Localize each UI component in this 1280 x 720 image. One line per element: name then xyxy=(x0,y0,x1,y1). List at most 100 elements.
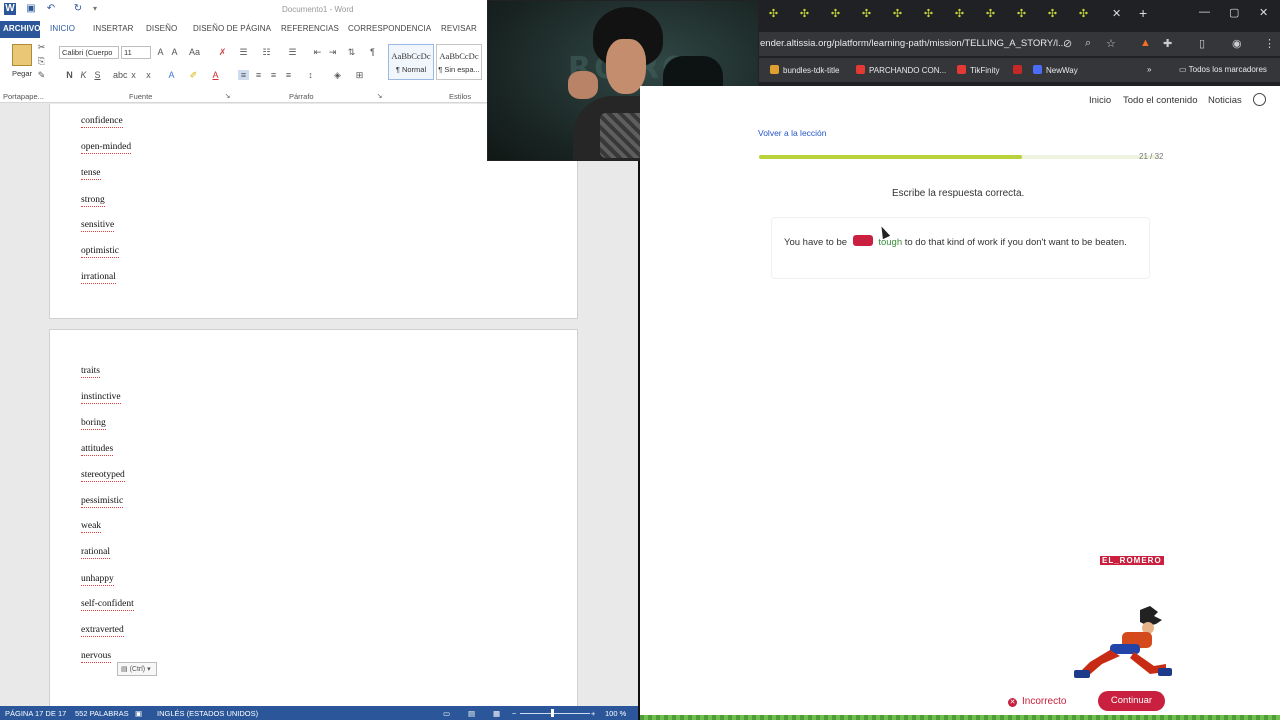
justify-icon[interactable]: ≡ xyxy=(283,70,294,80)
nav-noticias[interactable]: Noticias xyxy=(1208,95,1242,106)
tab-favicon-icon[interactable]: ✣ xyxy=(829,8,842,21)
font-launcher-icon[interactable]: ↘ xyxy=(222,92,233,100)
paste-label[interactable]: Pegar xyxy=(12,69,32,78)
back-to-lesson-link[interactable]: Volver a la lección xyxy=(758,128,827,138)
tab-favicon-icon[interactable]: ✣ xyxy=(953,8,966,21)
text-effects-icon[interactable]: A xyxy=(166,70,177,80)
borders-icon[interactable]: ⊞ xyxy=(354,70,365,81)
increase-indent-icon[interactable]: ⇥ xyxy=(327,47,338,58)
menu-kebab-icon[interactable]: ⋮ xyxy=(1264,37,1275,50)
tab-favicon-icon[interactable]: ✣ xyxy=(767,8,780,21)
nav-todo-el-contenido[interactable]: Todo el contenido xyxy=(1123,95,1197,106)
zoom-icon[interactable]: ⌕ xyxy=(1085,37,1091,50)
nav-inicio[interactable]: Inicio xyxy=(1089,95,1111,106)
extensions-puzzle-icon[interactable]: ✚ xyxy=(1163,37,1172,50)
font-name-select[interactable]: Calibri (Cuerpo xyxy=(59,46,119,59)
tab-insertar[interactable]: INSERTAR xyxy=(93,24,134,33)
decrease-indent-icon[interactable]: ⇤ xyxy=(312,47,323,58)
continue-button[interactable]: Continuar xyxy=(1098,691,1165,711)
multilevel-list-icon[interactable]: ☰ xyxy=(287,47,298,58)
align-center-icon[interactable]: ≡ xyxy=(253,70,264,80)
extension-icon[interactable]: ▲ xyxy=(1140,37,1151,49)
minimize-icon[interactable]: — xyxy=(1199,6,1210,18)
bookmark-item[interactable] xyxy=(1013,65,1026,75)
maximize-icon[interactable]: ▢ xyxy=(1229,6,1239,19)
zoom-in-icon[interactable]: + xyxy=(591,709,595,718)
tab-revisar[interactable]: REVISAR xyxy=(441,24,477,33)
zoom-out-icon[interactable]: − xyxy=(512,709,516,718)
tab-favicon-icon[interactable]: ✣ xyxy=(1015,8,1028,21)
zoom-slider[interactable] xyxy=(520,713,590,714)
zoom-slider-thumb[interactable] xyxy=(551,709,554,717)
tab-inicio[interactable]: INICIO xyxy=(50,24,75,33)
tab-favicon-icon[interactable]: ✣ xyxy=(1077,8,1090,21)
tab-favicon-icon[interactable]: ✣ xyxy=(891,8,904,21)
clear-format-icon[interactable]: ✗ xyxy=(217,47,228,58)
document-page-2[interactable]: traits instinctive boring attitudes ster… xyxy=(49,329,578,706)
bookmarks-overflow-icon[interactable]: » xyxy=(1147,65,1151,74)
tab-favicon-icon[interactable]: ✣ xyxy=(860,8,873,21)
web-layout-icon[interactable]: ▦ xyxy=(493,709,500,718)
line-spacing-icon[interactable]: ↕ xyxy=(305,70,316,80)
tab-diseno-de-pagina[interactable]: DISEÑO DE PÁGINA xyxy=(193,24,271,33)
paste-icon[interactable] xyxy=(12,44,32,66)
copy-icon[interactable]: ⎘ xyxy=(36,56,47,67)
status-word-count[interactable]: 552 PALABRAS xyxy=(75,709,129,718)
font-color-icon[interactable]: A xyxy=(210,70,221,80)
address-bar[interactable]: ender.altissia.org/platform/learning-pat… xyxy=(759,32,1280,56)
highlight-icon[interactable]: ✐ xyxy=(188,70,199,81)
print-layout-icon[interactable]: ▤ xyxy=(468,709,475,718)
status-page[interactable]: PÁGINA 17 DE 17 xyxy=(5,709,66,718)
tab-diseno[interactable]: DISEÑO xyxy=(146,24,177,33)
sort-icon[interactable]: ⇅ xyxy=(346,47,357,58)
tab-favicon-icon[interactable]: ✣ xyxy=(922,8,935,21)
numbering-icon[interactable]: ☷ xyxy=(261,47,272,58)
close-tab-icon[interactable]: ✕ xyxy=(1112,7,1121,20)
bullets-icon[interactable]: ☰ xyxy=(238,47,249,58)
tab-favicon-icon[interactable]: ✣ xyxy=(1046,8,1059,21)
save-icon[interactable]: ▣ xyxy=(25,3,37,15)
tab-referencias[interactable]: REFERENCIAS xyxy=(281,24,339,33)
change-case-icon[interactable]: Aa xyxy=(189,47,200,57)
style-no-spacing[interactable]: AaBbCcDc ¶ Sin espa... xyxy=(436,44,482,80)
font-size-select[interactable]: 11 xyxy=(121,46,151,59)
read-mode-icon[interactable]: ▭ xyxy=(443,709,450,718)
proofing-icon[interactable]: ▣ xyxy=(135,709,142,718)
answer-blank-input[interactable] xyxy=(852,235,873,246)
shrink-font-icon[interactable]: A xyxy=(169,47,180,57)
grow-font-icon[interactable]: A xyxy=(155,47,166,57)
undo-icon[interactable]: ↶ xyxy=(45,3,57,15)
bold-icon[interactable]: N xyxy=(64,70,75,80)
new-tab-icon[interactable]: + xyxy=(1139,5,1147,21)
shading-icon[interactable]: ◈ xyxy=(332,70,343,81)
status-language[interactable]: INGLÉS (ESTADOS UNIDOS) xyxy=(157,709,258,718)
bookmark-item[interactable]: PARCHANDO CON... xyxy=(856,65,946,75)
subscript-icon[interactable]: x xyxy=(128,70,139,80)
zoom-level[interactable]: 100 % xyxy=(605,709,626,718)
paste-options-button[interactable]: ▤ (Ctrl) ▾ xyxy=(117,662,157,676)
cut-icon[interactable]: ✂ xyxy=(36,42,47,53)
side-panel-icon[interactable]: ▯ xyxy=(1199,37,1205,50)
show-marks-icon[interactable]: ¶ xyxy=(367,47,378,57)
bookmark-star-icon[interactable]: ☆ xyxy=(1106,37,1116,50)
redo-icon[interactable]: ↻ xyxy=(72,3,84,15)
all-bookmarks[interactable]: ▭ Todos los marcadores xyxy=(1179,65,1267,74)
bookmark-item[interactable]: TikFinity xyxy=(957,65,999,75)
mute-icon[interactable]: ⊘ xyxy=(1063,37,1072,50)
tab-favicon-icon[interactable]: ✣ xyxy=(798,8,811,21)
user-avatar-icon[interactable] xyxy=(1253,93,1266,106)
italic-icon[interactable]: K xyxy=(78,70,89,80)
close-window-icon[interactable]: ✕ xyxy=(1259,6,1268,19)
url-text[interactable]: ender.altissia.org/platform/learning-pat… xyxy=(760,38,1066,49)
strikethrough-icon[interactable]: abc xyxy=(113,70,128,80)
tab-correspondencia[interactable]: CORRESPONDENCIA xyxy=(348,24,431,33)
format-painter-icon[interactable]: ✎ xyxy=(36,70,47,81)
customize-qat-icon[interactable]: ▾ xyxy=(89,3,101,15)
bookmark-item[interactable]: NewWay xyxy=(1033,65,1078,75)
profile-icon[interactable]: ◉ xyxy=(1232,37,1242,50)
align-right-icon[interactable]: ≡ xyxy=(268,70,279,80)
tab-favicon-icon[interactable]: ✣ xyxy=(984,8,997,21)
document-area[interactable]: confidence open-minded tense strong sens… xyxy=(0,104,640,706)
style-normal[interactable]: AaBbCcDc ¶ Normal xyxy=(388,44,434,80)
paragraph-launcher-icon[interactable]: ↘ xyxy=(374,92,385,100)
